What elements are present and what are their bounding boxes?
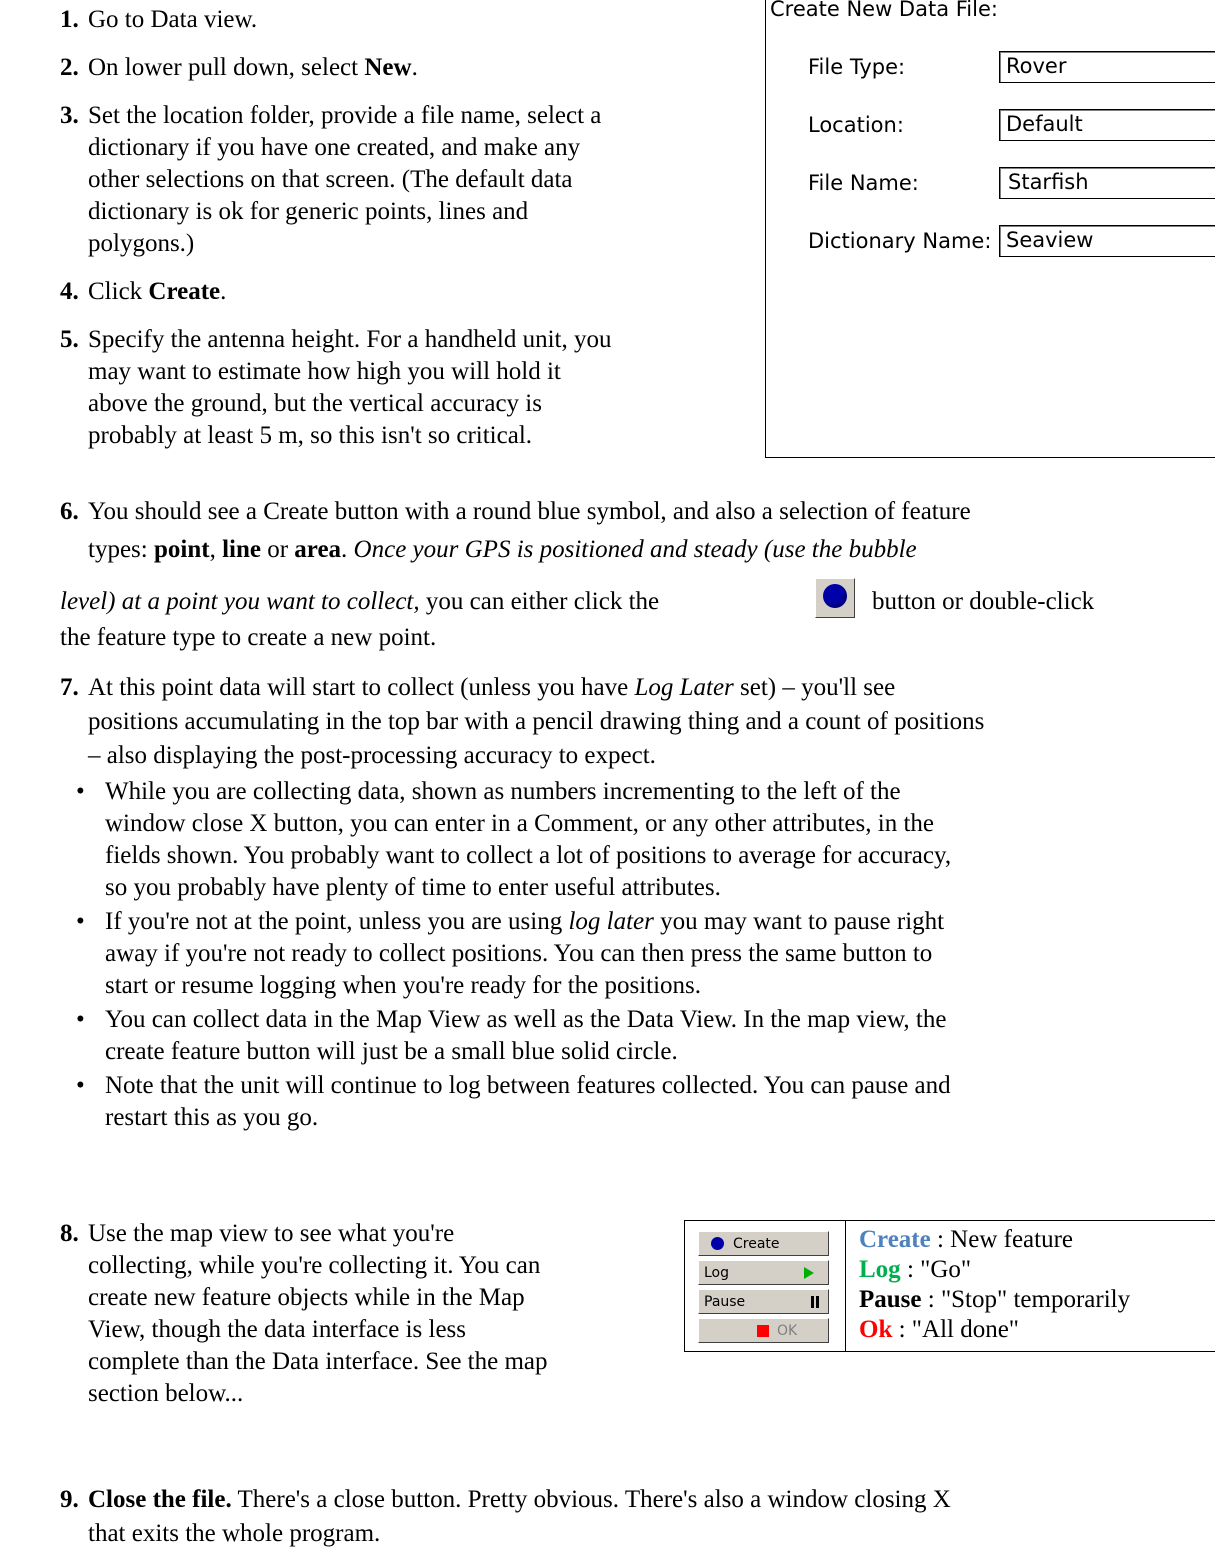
step-9-number: 9. <box>60 1486 79 1513</box>
play-icon <box>804 1267 814 1279</box>
pause-icon <box>811 1296 814 1308</box>
dictionary-select[interactable]: Seaview <box>999 225 1215 257</box>
dictionary-value: Seaview <box>1006 228 1094 252</box>
step-6-number: 6. <box>60 498 79 525</box>
step-8-number: 8. <box>60 1220 79 1247</box>
step-1-number: 1. <box>60 6 79 33</box>
legend-log: Log : "Go" <box>859 1256 972 1283</box>
step-6-line-4: the feature type to create a new point. <box>60 624 437 651</box>
step-5-number: 5. <box>60 326 79 353</box>
legend-descriptions: Create : New feature Log : "Go" Pause : … <box>859 1225 1130 1345</box>
list-item: While you are collecting data, shown as … <box>60 776 951 904</box>
file-name-input[interactable]: Starfish <box>999 167 1215 199</box>
dialog-title: Create New Data File: <box>770 0 998 21</box>
dictionary-label: Dictionary Name: <box>808 229 992 253</box>
step-7-number: 7. <box>60 674 79 701</box>
step-3-text: Set the location folder, provide a file … <box>88 102 602 257</box>
step-9-line-1: Close the file. There's a close button. … <box>88 1486 951 1513</box>
controls-legend-table: Create Log Pause OK Create : New feature… <box>684 1220 1215 1352</box>
step-7-bullets: While you are collecting data, shown as … <box>60 776 951 1136</box>
step-6-line-3-after: button or double-click <box>872 588 1095 615</box>
blue-circle-icon <box>823 584 847 608</box>
location-value: Default <box>1006 112 1083 136</box>
step-8-text: Use the map view to see what you're colle… <box>88 1220 548 1407</box>
step-7-line-1: At this point data will start to collect… <box>88 674 896 701</box>
step-5-text: Specify the antenna height. For a handhe… <box>88 326 612 449</box>
step-4-text: Click Create. <box>88 278 227 305</box>
step-2-text: On lower pull down, select New. <box>88 54 418 81</box>
file-type-select[interactable]: Rover <box>999 51 1215 83</box>
stop-icon <box>757 1325 769 1337</box>
step-4-number: 4. <box>60 278 79 305</box>
step-3-number: 3. <box>60 102 79 129</box>
file-type-label: File Type: <box>808 55 906 79</box>
log-toolbar-button[interactable]: Log <box>698 1260 829 1285</box>
list-item: Note that the unit will continue to log … <box>60 1070 951 1134</box>
legend-ok: Ok : "All done" <box>859 1316 1020 1343</box>
location-label: Location: <box>808 113 904 137</box>
create-data-file-dialog: Create New Data File: File Type: Rover L… <box>765 0 1215 458</box>
step-1-text: Go to Data view. <box>88 6 258 33</box>
table-divider <box>845 1221 846 1351</box>
file-name-label: File Name: <box>808 171 919 195</box>
step-7-line-2: positions accumulating in the top bar wi… <box>88 708 985 735</box>
step-2-number: 2. <box>60 54 79 81</box>
list-item: If you're not at the point, unless you a… <box>60 906 951 1002</box>
create-toolbar-button[interactable]: Create <box>698 1231 829 1256</box>
ok-toolbar-button[interactable]: OK <box>698 1318 829 1343</box>
step-6-line-1: You should see a Create button with a ro… <box>88 498 971 525</box>
step-6-line-3: level) at a point you want to collect, y… <box>60 588 660 615</box>
legend-create: Create : New feature <box>859 1226 1074 1253</box>
step-6-line-2: types: point, line or area. Once your GP… <box>88 536 917 563</box>
blue-circle-icon <box>711 1237 724 1250</box>
location-select[interactable]: Default <box>999 109 1215 141</box>
step-9-line-2: that exits the whole program. <box>88 1520 381 1547</box>
file-type-value: Rover <box>1006 54 1067 78</box>
legend-pause: Pause : "Stop" temporarily <box>859 1286 1131 1313</box>
step-7-line-3: – also displaying the post-processing ac… <box>88 742 656 769</box>
create-button-icon[interactable] <box>815 578 855 618</box>
list-item: You can collect data in the Map View as … <box>60 1004 951 1068</box>
file-name-value: Starfish <box>1008 170 1089 194</box>
pause-toolbar-button[interactable]: Pause <box>698 1289 829 1314</box>
